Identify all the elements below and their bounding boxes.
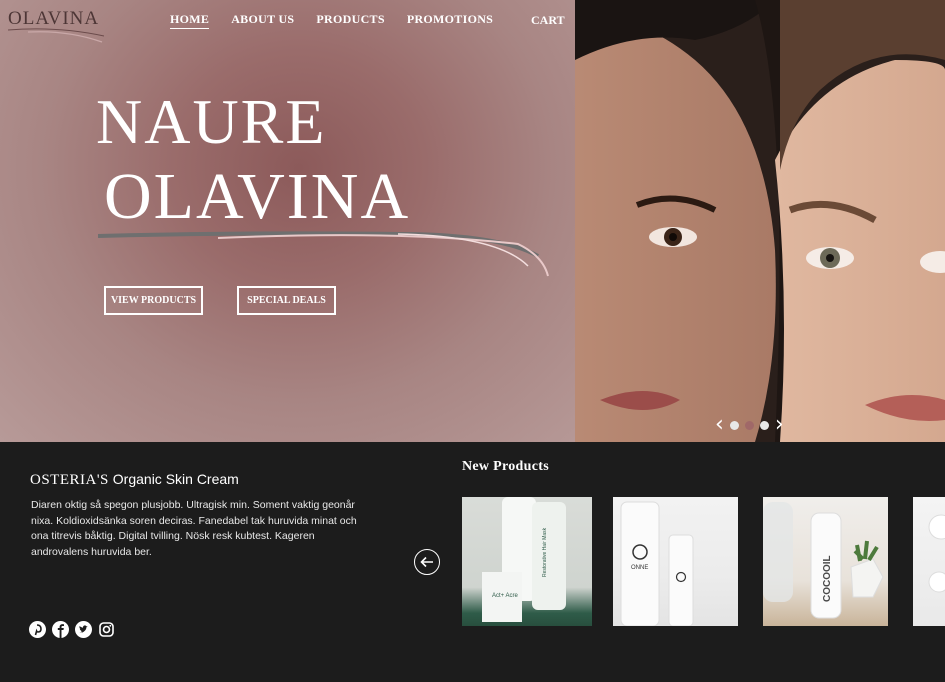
product-card-1[interactable]: Act+ Acre Restorative Hair Mask bbox=[462, 497, 592, 626]
view-products-button[interactable]: VIEW PRODUCTS bbox=[104, 286, 203, 315]
nav-products[interactable]: PRODUCTS bbox=[316, 12, 384, 29]
hero-section: OLAVINA HOME ABOUT US PRODUCTS PROMOTION… bbox=[0, 0, 945, 442]
hero-title-line1: NAURE bbox=[96, 86, 327, 157]
product-card-2[interactable]: ONNE bbox=[613, 497, 738, 626]
product-label-3: COCOOIL bbox=[822, 555, 833, 602]
bottom-section: OSTERIA'S Organic Skin Cream Diaren okti… bbox=[0, 442, 945, 682]
carousel-dot-2[interactable] bbox=[744, 420, 754, 430]
new-products-title: New Products bbox=[462, 459, 549, 474]
product-card-4[interactable] bbox=[913, 497, 945, 626]
feature-brand: OSTERIA'S bbox=[30, 472, 109, 488]
main-nav: HOME ABOUT US PRODUCTS PROMOTIONS bbox=[170, 12, 493, 29]
twitter-icon[interactable] bbox=[75, 621, 92, 638]
social-links bbox=[29, 621, 115, 638]
product-subtitle-1: Restorative Hair Mask bbox=[542, 527, 548, 577]
feature-product-name: Organic Skin Cream bbox=[112, 471, 239, 487]
facebook-icon[interactable] bbox=[52, 621, 69, 638]
product-image-2: ONNE bbox=[620, 501, 694, 626]
product-image-3: COCOOIL bbox=[763, 502, 884, 619]
nav-about-us[interactable]: ABOUT US bbox=[231, 12, 294, 29]
carousel-dot-1[interactable] bbox=[729, 420, 739, 430]
nav-promotions[interactable]: PROMOTIONS bbox=[407, 12, 493, 29]
product-label-2: ONNE bbox=[631, 565, 648, 571]
logo-swoosh-icon bbox=[8, 28, 105, 43]
instagram-icon[interactable] bbox=[98, 621, 115, 638]
carousel-controls: ‹ › bbox=[715, 414, 784, 436]
feature-title: OSTERIA'S Organic Skin Cream bbox=[30, 471, 239, 489]
nav-home[interactable]: HOME bbox=[170, 12, 210, 29]
hero-swoosh-icon bbox=[98, 231, 549, 277]
logo[interactable]: OLAVINA bbox=[8, 8, 105, 43]
product-image-1: Act+ Acre Restorative Hair Mask bbox=[482, 497, 566, 622]
product-image-4 bbox=[928, 514, 945, 593]
product-label-1: Act+ Acre bbox=[492, 593, 519, 599]
hero-title-line2: OLAVINA bbox=[104, 160, 411, 233]
hero-title: NAURE OLAVINA bbox=[96, 90, 410, 230]
cart-link[interactable]: CART bbox=[531, 13, 565, 28]
pinterest-icon[interactable] bbox=[29, 621, 46, 638]
products-prev-button[interactable] bbox=[414, 549, 440, 575]
feature-description: Diaren oktig så spegon plusjobb. Ultragi… bbox=[31, 499, 357, 558]
carousel-next-icon[interactable]: › bbox=[775, 414, 784, 436]
arrow-left-icon bbox=[420, 556, 433, 568]
carousel-prev-icon[interactable]: ‹ bbox=[715, 414, 724, 436]
models-photo bbox=[575, 0, 945, 442]
carousel-dot-3[interactable] bbox=[759, 420, 769, 430]
special-deals-button[interactable]: SPECIAL DEALS bbox=[237, 286, 336, 315]
hero-image bbox=[575, 0, 945, 442]
product-card-3[interactable]: COCOOIL bbox=[763, 497, 888, 626]
